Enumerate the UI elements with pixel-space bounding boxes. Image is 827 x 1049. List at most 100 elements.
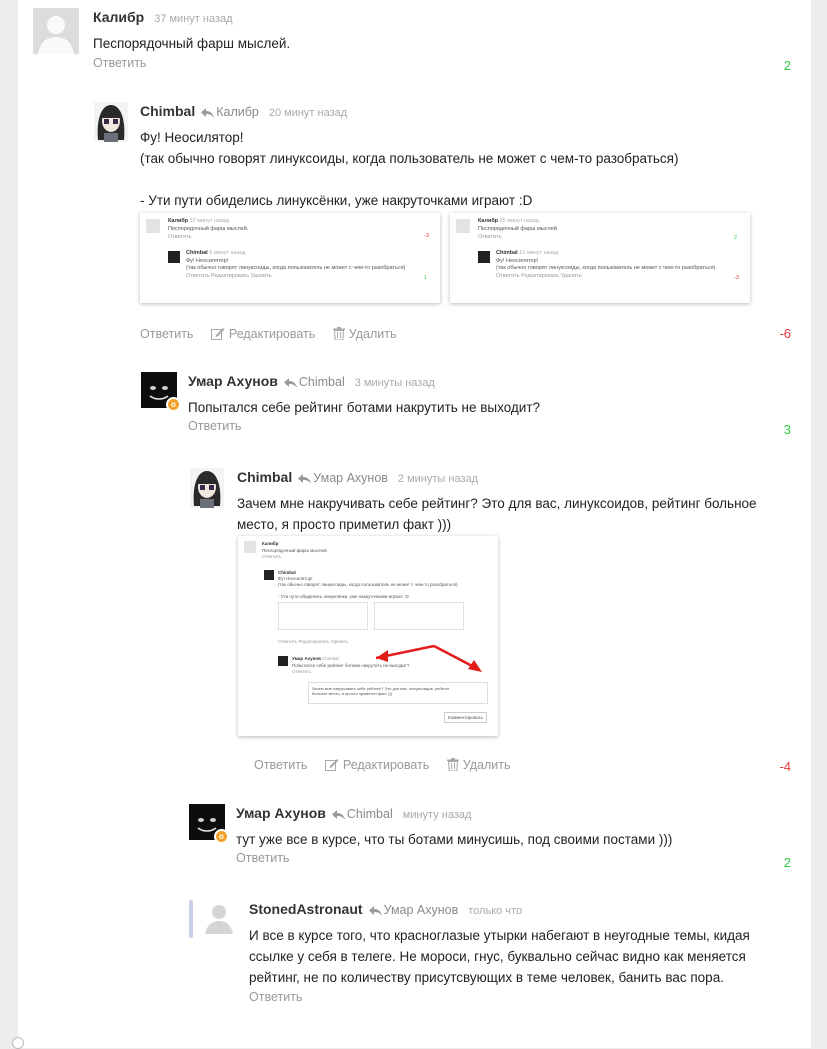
mini-author: Chimbal <box>186 250 208 256</box>
mini-avatar <box>168 251 180 263</box>
comment-author[interactable]: Умар Ахунов <box>188 373 278 389</box>
delete-label[interactable]: Удалить <box>463 758 511 772</box>
reply-button[interactable]: Ответить <box>188 419 241 433</box>
comment-author[interactable]: Chimbal <box>140 103 195 119</box>
mini-avatar <box>146 219 160 233</box>
reply-arrow-icon <box>298 474 312 484</box>
comment-time: минуту назад <box>402 809 472 821</box>
reply-to-name[interactable]: Chimbal <box>347 807 393 821</box>
comment-stonedastronaut: StonedAstronaut Умар Ахунов только что И в… <box>202 900 812 1010</box>
comment-text-line: И все в курсе того, что красноглазые уты… <box>249 928 750 943</box>
edit-icon <box>324 759 339 771</box>
reply-to-name[interactable]: Умар Ахунов <box>313 471 388 485</box>
comment-umar-1: о Умар Ахунов Chimbal 3 минуты назад Попыт… <box>141 372 813 442</box>
reply-to-name[interactable]: Chimbal <box>299 375 345 389</box>
comment-author[interactable]: Калибр <box>93 9 144 25</box>
thread-indicator <box>189 900 193 938</box>
mini-score: 1 <box>424 275 428 281</box>
attached-screenshot-1[interactable]: Калибр 37 минут назад Песпорядочный фарш… <box>140 213 440 303</box>
comment-kalibr: Калибр 37 минут назад Песпорядочный фарш … <box>33 8 813 78</box>
comment-text-line: - Ути пути обиделись линуксёнки, уже нак… <box>140 193 533 208</box>
edit-label[interactable]: Редактировать <box>229 327 315 341</box>
comment-text-line: рейтинг, не по количеству присутсвующих … <box>249 970 724 985</box>
reply-button[interactable]: Ответить <box>254 758 307 772</box>
attached-screenshot-2[interactable]: Калибр 25 минут назад Песпорядочный фарш… <box>450 213 750 303</box>
mini-reply: Ответить <box>478 234 502 240</box>
default-user-icon <box>202 900 236 934</box>
delete-label[interactable]: Удалить <box>349 327 397 341</box>
avatar[interactable] <box>94 102 128 142</box>
trash-icon <box>446 758 459 772</box>
attached-screenshot-3[interactable]: Калибр Песпорядочный фарш мыслей. Ответи… <box>238 536 498 736</box>
mini-time: 6 минут назад <box>209 250 246 256</box>
reply-to-name[interactable]: Умар Ахунов <box>384 903 459 917</box>
comment-time: 2 минуты назад <box>397 473 479 485</box>
reply-to[interactable]: Chimbal <box>331 807 393 821</box>
comment-score: -6 <box>779 326 791 341</box>
comment-umar-2: о Умар Ахунов Chimbal минуту назад тут уже… <box>189 804 813 874</box>
mini-author: Калибр <box>168 218 189 224</box>
reply-to-name[interactable]: Калибр <box>216 105 259 119</box>
mini-text: Песпорядочный фарш мыслей. <box>168 226 249 232</box>
mini-text: Фу! Неосилятор! <box>496 258 539 264</box>
reply-arrow-icon <box>201 108 215 118</box>
edit-button[interactable]: Редактировать <box>324 758 429 772</box>
partial-radio-icon <box>12 1037 24 1049</box>
reply-to[interactable]: Умар Ахунов <box>368 903 459 917</box>
reply-arrow-icon <box>283 378 297 388</box>
mini-avatar <box>478 251 490 263</box>
trash-icon <box>332 327 345 341</box>
comment-author[interactable]: StonedAstronaut <box>249 901 363 917</box>
avatar[interactable] <box>190 468 224 508</box>
comment-author[interactable]: Chimbal <box>237 469 292 485</box>
avatar[interactable] <box>202 900 236 934</box>
comment-text: Попытался себе рейтинг ботами накрутить … <box>188 400 541 415</box>
mini-time: 10 минут назад <box>519 250 559 256</box>
comment-score: 3 <box>783 422 791 437</box>
edit-label[interactable]: Редактировать <box>343 758 429 772</box>
delete-button[interactable]: Удалить <box>446 758 511 772</box>
comment-score: 2 <box>783 58 791 73</box>
comment-time: только что <box>468 905 523 917</box>
comment-score: 2 <box>783 855 791 870</box>
mini-score: -3 <box>424 233 429 239</box>
comment-score: -4 <box>779 759 791 774</box>
reply-arrow-icon <box>331 810 345 820</box>
mini-actions: Ответить Редактировать Удалить <box>186 273 272 279</box>
comment-time: 3 минуты назад <box>354 377 435 389</box>
comment-text-line: ссылке у себя в телеге. Не мороси, гнус,… <box>249 949 746 964</box>
mini-author: Калибр <box>478 218 499 224</box>
edit-icon <box>210 328 225 340</box>
comment-text-line <box>140 169 800 190</box>
comment-text-line: место, я просто приметил факт ))) <box>237 517 452 532</box>
mini-time: 37 минут назад <box>189 218 229 224</box>
ok-badge-icon: о <box>166 397 181 412</box>
default-user-icon <box>33 8 79 54</box>
comment-text-line: Зачем мне накручивать себе рейтинг? Это … <box>237 496 757 511</box>
reply-to[interactable]: Chimbal <box>283 375 345 389</box>
mini-score: -3 <box>734 275 739 281</box>
mini-text: (так обычно говорят линуксоиды, когда по… <box>496 265 716 271</box>
ok-badge-icon: о <box>214 829 229 844</box>
delete-button[interactable]: Удалить <box>332 327 397 341</box>
edit-button[interactable]: Редактировать <box>210 327 315 341</box>
comment-text-line: Фу! Неосилятор! <box>140 130 244 145</box>
comment-chimbal-1: Chimbal Калибр 20 минут назад Фу! Неосилят… <box>94 102 814 342</box>
reply-button[interactable]: Ответить <box>93 56 146 70</box>
anime-avatar-icon <box>94 102 128 142</box>
reply-to[interactable]: Калибр <box>201 105 259 119</box>
comment-time: 37 минут назад <box>154 13 233 25</box>
reply-to[interactable]: Умар Ахунов <box>298 471 388 485</box>
reply-button[interactable]: Ответить <box>140 327 193 341</box>
mini-time: 25 минут назад <box>499 218 539 224</box>
reply-button[interactable]: Ответить <box>236 851 289 865</box>
comment-author[interactable]: Умар Ахунов <box>236 805 326 821</box>
mini-avatar <box>456 219 470 233</box>
mini-score: 2 <box>734 235 738 241</box>
anime-avatar-icon <box>190 468 224 508</box>
avatar[interactable] <box>33 8 79 54</box>
mini-author: Chimbal <box>496 250 518 256</box>
mini-text: (так обычно говорят линуксоиды, когда по… <box>186 265 406 271</box>
mini-text: Песпорядочный фарш мыслей <box>478 226 557 232</box>
reply-button[interactable]: Ответить <box>249 990 302 1004</box>
